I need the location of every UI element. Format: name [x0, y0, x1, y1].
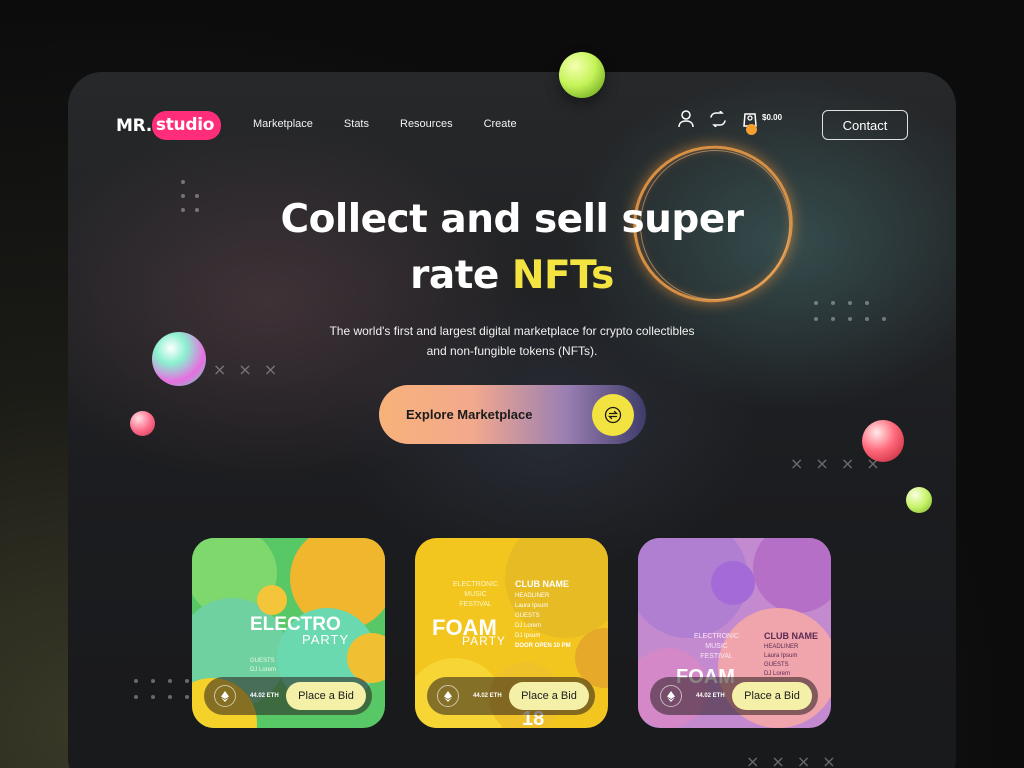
place-bid-button[interactable]: Place a Bid — [509, 682, 589, 710]
hero-subtitle-line1: The world's first and largest digital ma… — [329, 324, 695, 338]
card-poster-details: ELECTRONIC MUSIC FESTIVAL — [694, 633, 740, 660]
hero-title: Collect and sell super rate NFTs — [68, 192, 956, 304]
ethereum-icon — [660, 685, 682, 707]
card-poster-subtitle: PARTY — [462, 634, 506, 648]
card-poster-club: CLUB NAME HEADLINER Laura Ipsum GUESTS D… — [764, 631, 818, 678]
card-price: 44.02 ETH — [473, 693, 502, 699]
brand-name-part1: MR. — [116, 115, 152, 136]
wallet-button[interactable]: $0.00 — [742, 110, 783, 135]
main-panel: MR. studio Marketplace Stats Resources C… — [68, 72, 956, 768]
user-icon[interactable] — [678, 110, 694, 128]
card-price: 44.02 ETH — [250, 693, 279, 699]
place-bid-button[interactable]: Place a Bid — [286, 682, 366, 710]
card-price: 44.02 ETH — [696, 693, 725, 699]
iridescent-orb-decoration — [152, 332, 206, 386]
nav-item-resources[interactable]: Resources — [400, 118, 453, 130]
pink-orb-decoration — [130, 411, 155, 436]
nft-card[interactable]: ELECTRONIC MUSIC FESTIVAL CLUB NAME HEAD… — [415, 538, 608, 728]
nav-item-marketplace[interactable]: Marketplace — [253, 118, 313, 130]
card-poster-details: ELECTRONIC MUSIC FESTIVAL — [453, 581, 499, 608]
lime-orb-decoration — [906, 487, 932, 513]
header-icons: $0.00 — [678, 110, 783, 135]
nav-item-stats[interactable]: Stats — [344, 118, 369, 130]
card-subtitle: PARTY — [302, 632, 350, 647]
brand-name-pill: studio — [151, 111, 222, 140]
nav-item-create[interactable]: Create — [484, 118, 517, 130]
nft-card[interactable]: ELECTRONIC MUSIC FESTIVAL CLUB NAME HEAD… — [638, 538, 831, 728]
brand-logo[interactable]: MR. studio — [116, 111, 222, 140]
hero-title-line1: Collect and sell super — [280, 197, 744, 242]
bid-bar: 44.02 ETH Place a Bid — [650, 677, 818, 715]
swap-icon — [592, 393, 634, 436]
dot-grid-decoration — [134, 679, 189, 699]
ethereum-icon — [437, 685, 459, 707]
explore-marketplace-button[interactable]: Explore Marketplace — [379, 385, 646, 444]
wallet-amount: $0.00 — [762, 113, 783, 122]
card-subtitle: PARTY — [462, 634, 506, 648]
hero-title-line2: rate — [410, 253, 512, 298]
explore-marketplace-label: Explore Marketplace — [406, 407, 533, 422]
ethereum-icon — [214, 685, 236, 707]
bid-bar: 44.02 ETH Place a Bid — [427, 677, 595, 715]
dot-grid-decoration — [814, 301, 886, 321]
red-orb-decoration — [862, 420, 904, 462]
hero-title-accent: NFTs — [511, 253, 614, 298]
nft-card[interactable]: ELECTRO PARTY GUESTS DJ Lorem 44.02 ETH … — [192, 538, 385, 728]
hero-subtitle-line2: and non-fungible tokens (NFTs). — [426, 344, 598, 358]
green-orb-decoration — [559, 52, 605, 98]
place-bid-button[interactable]: Place a Bid — [732, 682, 812, 710]
card-poster-subtitle: PARTY — [302, 632, 349, 647]
main-nav: Marketplace Stats Resources Create — [253, 118, 548, 130]
notification-dot — [746, 124, 757, 135]
cross-pattern-decoration: ××× — [213, 360, 290, 379]
card-poster-details: GUESTS DJ Lorem — [250, 658, 277, 673]
swap-icon[interactable] — [708, 111, 728, 127]
cross-pattern-decoration: ×××× — [746, 752, 848, 768]
bid-bar: 44.02 ETH Place a Bid — [204, 677, 372, 715]
card-poster-club: CLUB NAME HEADLINER Laura Ipsum GUESTS D… — [515, 579, 571, 649]
contact-button[interactable]: Contact — [822, 110, 908, 140]
